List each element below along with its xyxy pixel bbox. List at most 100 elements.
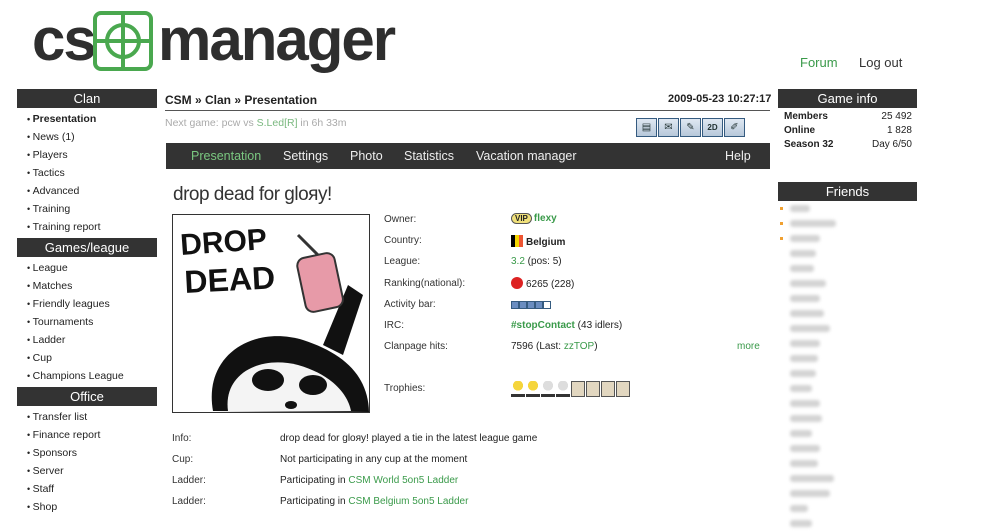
friend-item[interactable] [778,231,917,246]
more-link[interactable]: more [737,341,760,352]
sidebar-heading-games-league: Games/league [17,238,157,257]
sidebar-item-tournaments[interactable]: Tournaments [27,313,157,331]
sidebar-item-tactics[interactable]: Tactics [27,164,157,182]
tab-help[interactable]: Help [725,143,751,170]
friend-item[interactable] [778,471,917,486]
friend-item[interactable] [778,306,917,321]
notes-icon[interactable]: ✎ [680,118,701,137]
friend-item[interactable] [778,276,917,291]
gold-cup-icon[interactable] [526,381,540,397]
friend-item[interactable] [778,381,917,396]
mail-icon[interactable]: ✉ [658,118,679,137]
silver-cup-icon[interactable] [541,381,555,397]
sidebar-item-friendly-leagues[interactable]: Friendly leagues [27,295,157,313]
edit-icon[interactable]: ✐ [724,118,745,137]
friend-item[interactable] [778,396,917,411]
ranking-label: Ranking(national): [384,278,466,289]
members-row: Members 25 492 [778,111,917,125]
sidebar-item-advanced[interactable]: Advanced [27,182,157,200]
clan-logo-image: DROP DEAD [172,214,370,413]
friend-item[interactable] [778,291,917,306]
logo-word-dead: DEAD [183,259,275,300]
friend-item[interactable] [778,351,917,366]
ranking-value: 6265 (228) [511,277,574,290]
ladder-prefix: Participating in [280,496,349,507]
hits-count: 7596 (Last: [511,341,564,352]
gold-cup-icon[interactable] [511,381,525,397]
trophies-label: Trophies: [384,383,426,394]
friend-item[interactable] [778,426,917,441]
friend-item[interactable] [778,456,917,471]
forum-link[interactable]: Forum [800,55,838,70]
panda-illustration: DROP DEAD [173,215,369,412]
breadcrumb: CSM » Clan » Presentation [165,93,318,107]
sidebar-list-office: Transfer list Finance report Sponsors Se… [17,406,157,518]
owner-link[interactable]: flexy [534,213,557,224]
plaque-icon[interactable] [616,381,630,397]
book-icon[interactable]: ▤ [636,118,657,137]
hits-value: 7596 (Last: zzTOP) [511,341,598,352]
plaque-icon[interactable] [586,381,600,397]
silver-cup-icon[interactable] [556,381,570,397]
friend-item[interactable] [778,246,917,261]
site-logo[interactable]: cs manager [30,6,396,78]
friend-item[interactable] [778,486,917,501]
sidebar-item-shop[interactable]: Shop [27,498,157,516]
online-row: Online 1 828 [778,125,917,139]
logo-manager-text: manager [158,6,396,73]
members-label: Members [784,111,828,122]
friend-item[interactable] [778,261,917,276]
ranking-icon [511,277,523,289]
league-link[interactable]: 3.2 [511,256,525,267]
ladder-belgium-link[interactable]: CSM Belgium 5on5 Ladder [348,496,468,507]
friend-item[interactable] [778,516,917,531]
sidebar-item-server[interactable]: Server [27,462,157,480]
sidebar-item-champions-league[interactable]: Champions League [27,367,157,385]
tab-settings[interactable]: Settings [283,143,328,170]
friend-item[interactable] [778,501,917,516]
logo-cs-text: cs [32,6,97,73]
irc-channel-link[interactable]: #stopContact [511,320,575,331]
friend-item[interactable] [778,366,917,381]
next-game-opponent-link[interactable]: S.Led[R] [257,117,298,129]
league-label: League: [384,256,421,267]
plaque-icon[interactable] [601,381,615,397]
tab-presentation[interactable]: Presentation [191,143,261,170]
last-visitor-link[interactable]: zzTOP [564,341,594,352]
friend-item[interactable] [778,441,917,456]
sidebar-item-league[interactable]: League [27,259,157,277]
left-sidebar: Clan Presentation News (1) Players Tacti… [17,89,157,518]
info-label: Info: [172,433,192,444]
sidebar-item-players[interactable]: Players [27,146,157,164]
next-game-info: Next game: pcw vs S.Led[R] in 6h 33m [165,117,347,129]
friend-item[interactable] [778,336,917,351]
friend-item[interactable] [778,321,917,336]
ladder-world-link[interactable]: CSM World 5on5 Ladder [348,475,458,486]
sidebar-item-presentation[interactable]: Presentation [27,110,157,128]
sidebar-item-matches[interactable]: Matches [27,277,157,295]
sidebar-item-training[interactable]: Training [27,200,157,218]
sidebar-item-cup[interactable]: Cup [27,349,157,367]
sidebar-item-staff[interactable]: Staff [27,480,157,498]
sidebar-item-sponsors[interactable]: Sponsors [27,444,157,462]
owner-value: VIP flexy [511,213,557,224]
sidebar-item-ladder[interactable]: Ladder [27,331,157,349]
sidebar-item-training-report[interactable]: Training report [27,218,157,236]
plaque-icon[interactable] [571,381,585,397]
friend-name-blurred [790,205,810,212]
friend-item[interactable] [778,201,917,216]
sidebar-item-transfer-list[interactable]: Transfer list [27,408,157,426]
activity-cell [519,301,527,309]
season-label: Season 32 [784,139,834,150]
tab-statistics[interactable]: Statistics [404,143,454,170]
tab-vacation-manager[interactable]: Vacation manager [476,143,577,170]
sidebar-item-finance-report[interactable]: Finance report [27,426,157,444]
tab-photo[interactable]: Photo [350,143,383,170]
sidebar-item-news[interactable]: News (1) [27,128,157,146]
irc-idlers: (43 idlers) [574,320,623,331]
friend-name-blurred [790,220,836,227]
2d-icon[interactable]: 2D [702,118,723,137]
friend-item[interactable] [778,411,917,426]
friend-item[interactable] [778,216,917,231]
logout-link[interactable]: Log out [859,55,902,70]
